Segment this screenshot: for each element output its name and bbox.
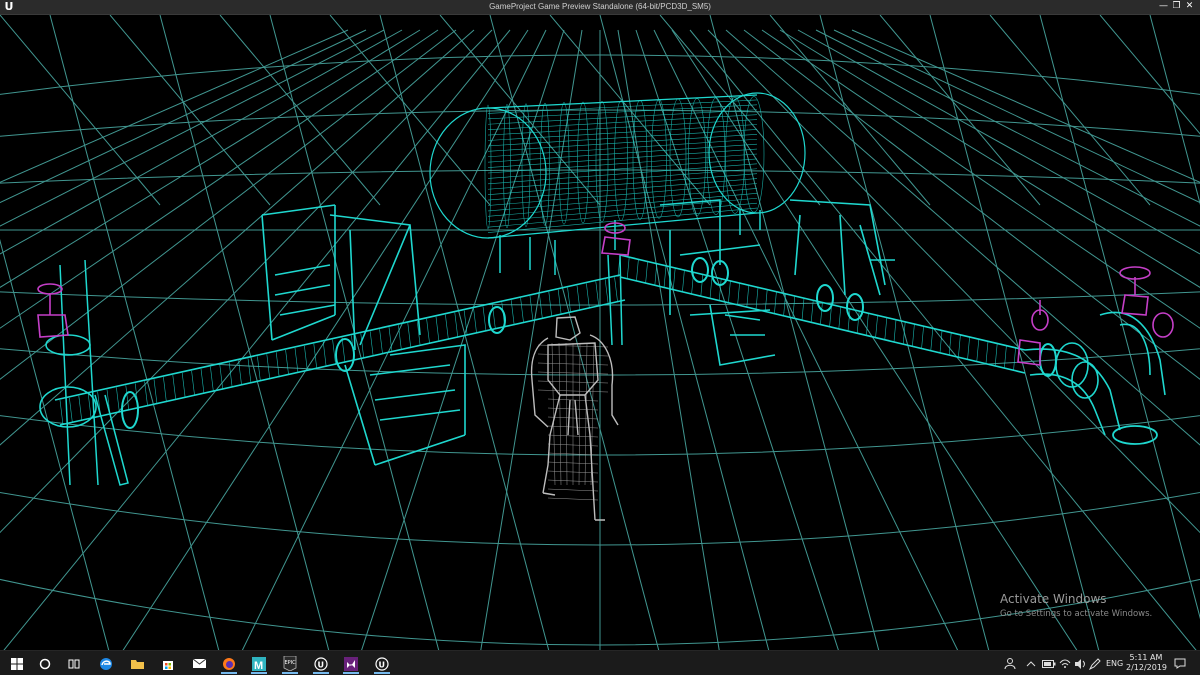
maya-icon: M <box>252 656 266 671</box>
cortana-circle-icon <box>39 658 51 669</box>
cortana-button[interactable] <box>34 653 56 674</box>
window-controls: — ❐ ✕ <box>1157 0 1196 14</box>
people-icon-glyph <box>1004 658 1016 670</box>
language-indicator[interactable]: ENG <box>1106 651 1126 675</box>
epic-label: EPIC <box>285 660 297 666</box>
folder-icon <box>130 659 144 669</box>
mail-app[interactable] <box>188 653 210 674</box>
maximize-button[interactable]: ❐ <box>1170 0 1183 14</box>
network-icon[interactable] <box>1059 651 1071 675</box>
firefox-icon <box>223 657 235 670</box>
tank-wireframe <box>429 92 806 275</box>
start-button[interactable] <box>6 653 28 674</box>
file-explorer-app[interactable] <box>126 653 148 674</box>
watermark-title: Activate Windows <box>1000 592 1107 606</box>
volume-icon[interactable] <box>1074 651 1086 675</box>
unreal-editor-app[interactable]: U <box>310 653 332 674</box>
firefox-app[interactable] <box>218 653 240 674</box>
task-view-icon <box>68 659 80 668</box>
task-view-button[interactable] <box>63 653 85 674</box>
watermark-subtitle: Go to Settings to activate Windows. <box>1000 609 1153 619</box>
epic-games-icon: EPIC <box>283 656 297 671</box>
svg-text:U: U <box>379 660 386 669</box>
window-titlebar[interactable]: U GameProject Game Preview Standalone (6… <box>0 0 1200 15</box>
store-bag-icon <box>163 660 173 670</box>
epic-launcher-app[interactable]: EPIC <box>279 653 301 674</box>
desktop-screen: U GameProject Game Preview Standalone (6… <box>0 0 1200 675</box>
edge-icon <box>100 657 112 670</box>
edge-app[interactable] <box>95 653 117 674</box>
minimize-button[interactable]: — <box>1157 0 1170 14</box>
game-viewport[interactable] <box>0 15 1200 650</box>
activate-windows-watermark: Activate Windows Go to Settings to activ… <box>1000 592 1152 619</box>
close-button[interactable]: ✕ <box>1183 0 1196 14</box>
grid-wireframe <box>0 15 1200 650</box>
people-icon[interactable] <box>1004 651 1018 675</box>
system-clock[interactable]: 5:11 AM 2/12/2019 <box>1126 653 1168 673</box>
mail-icon <box>192 658 206 668</box>
window-title: GameProject Game Preview Standalone (64-… <box>489 2 711 11</box>
pipeline-wireframe <box>39 254 1166 486</box>
valves-wireframe <box>37 222 1174 366</box>
visual-studio-icon <box>344 656 358 671</box>
clock-date: 2/12/2019 <box>1126 663 1168 672</box>
svg-text:M: M <box>254 660 263 671</box>
wireframe-scene <box>0 15 1200 650</box>
unreal-engine-icon: U <box>314 656 328 671</box>
pen-icon[interactable] <box>1088 651 1103 675</box>
visual-studio-app[interactable] <box>340 653 362 674</box>
store-app[interactable] <box>157 653 179 674</box>
maya-app[interactable]: M <box>248 653 270 674</box>
unreal-game-app[interactable]: U <box>371 653 393 674</box>
windows-logo-icon <box>11 657 23 670</box>
clock-time: 5:11 AM <box>1129 653 1163 662</box>
battery-icon[interactable] <box>1042 651 1056 675</box>
unreal-engine-icon: U <box>375 656 389 671</box>
windows-taskbar: M EPIC U U ENG 5:11 AM 2/12/2019 <box>0 650 1200 675</box>
chevron-up-icon[interactable] <box>1026 651 1040 675</box>
character-wireframe <box>530 316 619 521</box>
svg-text:U: U <box>318 660 325 669</box>
notification-icon[interactable] <box>1174 651 1188 675</box>
